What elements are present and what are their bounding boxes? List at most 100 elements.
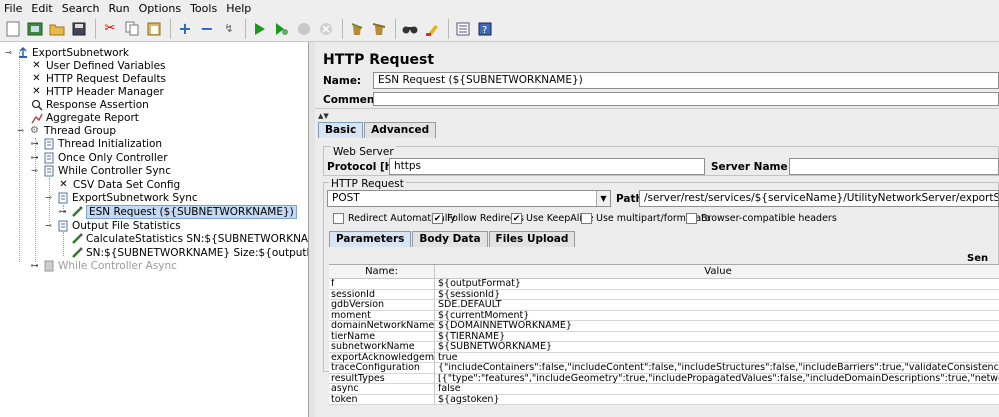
collapse-arrows-icon[interactable]: ▲▼ — [318, 112, 329, 120]
toggle-icon[interactable]: ↯ — [219, 19, 239, 39]
function-helper-icon[interactable] — [453, 19, 473, 39]
table-row[interactable]: token ${agstoken} — [329, 394, 999, 406]
tab-advanced[interactable]: Advanced — [364, 122, 437, 138]
param-value[interactable]: ${agstoken} — [434, 394, 999, 405]
tree-node-calculate-statistics[interactable]: CalculateStatistics SN:${SUBNETWORKNAME} — [70, 232, 308, 245]
cut-icon[interactable]: ✂ — [100, 19, 120, 39]
search-icon[interactable] — [400, 19, 420, 39]
table-row[interactable]: traceConfiguration {"includeContainers":f… — [329, 363, 999, 374]
tree-toggle-icon[interactable]: ⊶ — [30, 261, 39, 270]
tree-toggle-icon[interactable]: ⊸ — [44, 193, 53, 202]
tree-node-response-assertion[interactable]: Response Assertion — [30, 98, 149, 111]
tree-toggle-icon[interactable]: ⊶ — [30, 139, 39, 148]
open-icon[interactable] — [47, 19, 67, 39]
menu-file[interactable]: File — [4, 2, 22, 15]
table-row[interactable]: tierName ${TIERNAME} — [329, 331, 999, 343]
tab-parameters[interactable]: Parameters — [329, 231, 412, 247]
param-name[interactable]: domainNetworkName — [329, 321, 434, 332]
menu-edit[interactable]: Edit — [31, 2, 52, 15]
table-row[interactable]: resultTypes [{"type":"features","includeG… — [329, 373, 999, 385]
tab-body-data[interactable]: Body Data — [412, 231, 488, 247]
checkbox-box[interactable] — [333, 213, 344, 224]
save-icon[interactable] — [69, 19, 89, 39]
table-row[interactable]: domainNetworkName ${DOMAINNETWORKNAME} — [329, 321, 999, 332]
tree-node-once-only-controller[interactable]: ⊶ Once Only Controller — [30, 151, 168, 164]
tree-node-while-controller-sync[interactable]: ⊸ While Controller Sync — [30, 164, 171, 177]
table-row[interactable]: async false — [329, 384, 999, 395]
param-value[interactable]: ${outputFormat} — [434, 279, 999, 290]
param-value[interactable]: {"includeContainers":false,"includeConte… — [434, 363, 999, 374]
table-row[interactable]: f ${outputFormat} — [329, 279, 999, 290]
tree-toggle-icon[interactable]: ⊸ — [30, 166, 39, 175]
collapse-icon[interactable]: − — [197, 19, 217, 39]
tree-node-test-plan[interactable]: ⊸ ExportSubnetwork — [4, 46, 129, 59]
menu-run[interactable]: Run — [109, 2, 130, 15]
tab-files-upload[interactable]: Files Upload — [488, 231, 576, 247]
param-name[interactable]: subnetworkName — [329, 342, 434, 353]
tree-node-http-request-defaults[interactable]: ✕ HTTP Request Defaults — [30, 72, 166, 85]
table-row[interactable]: subnetworkName ${SUBNETWORKNAME} — [329, 342, 999, 353]
method-select[interactable]: POST ▼ — [327, 190, 611, 207]
param-name[interactable]: token — [329, 395, 434, 406]
param-value[interactable]: [{"type":"features","includeGeometry":tr… — [434, 373, 999, 384]
tree-node-aggregate-report[interactable]: Aggregate Report — [30, 111, 139, 124]
reset-search-icon[interactable] — [422, 19, 442, 39]
tree-node-csv-data-set-config[interactable]: ✕ CSV Data Set Config — [57, 178, 180, 191]
menu-tools[interactable]: Tools — [190, 2, 217, 15]
param-value[interactable]: ${SUBNETWORKNAME} — [434, 342, 999, 353]
checkbox-box[interactable] — [581, 213, 592, 224]
path-field[interactable]: /server/rest/services/${serviceName}/Uti… — [639, 190, 999, 207]
checkmark-icon[interactable]: ✔ — [511, 213, 522, 224]
param-value[interactable]: SDE.DEFAULT — [434, 300, 999, 311]
new-icon[interactable] — [3, 19, 23, 39]
copy-icon[interactable] — [122, 19, 142, 39]
templates-icon[interactable] — [25, 19, 45, 39]
shutdown-icon[interactable] — [316, 19, 336, 39]
param-name[interactable]: sessionId — [329, 290, 434, 301]
menu-options[interactable]: Options — [139, 2, 181, 15]
tree-node-http-header-manager[interactable]: ✕ HTTP Header Manager — [30, 85, 164, 98]
param-value[interactable]: ${sessionId} — [434, 289, 999, 300]
tree-toggle-icon[interactable]: ⊸ — [4, 48, 13, 57]
param-name[interactable]: resultTypes — [329, 374, 434, 385]
checkmark-icon[interactable]: ✔ — [432, 213, 443, 224]
tab-basic[interactable]: Basic — [318, 122, 364, 138]
menu-search[interactable]: Search — [62, 2, 100, 15]
start-icon[interactable] — [250, 19, 270, 39]
stop-icon[interactable] — [294, 19, 314, 39]
name-field[interactable]: ESN Request (${SUBNETWORKNAME}) — [373, 72, 999, 89]
tree-node-output-size[interactable]: SN:${SUBNETWORKNAME} Size:${outputFileSi… — [70, 246, 308, 259]
tree-toggle-icon[interactable]: ⊶ — [30, 153, 39, 162]
tree-node-user-defined-variables[interactable]: ✕ User Defined Variables — [30, 59, 165, 72]
param-value[interactable]: false — [434, 384, 999, 395]
param-name[interactable]: async — [329, 384, 434, 395]
tree-node-esn-request[interactable]: ⊶ ESN Request (${SUBNETWORKNAME}) — [58, 204, 297, 219]
help-icon[interactable]: ? — [475, 19, 495, 39]
tree-toggle-icon[interactable]: ⊶ — [58, 207, 67, 216]
param-value[interactable]: ${currentMoment} — [434, 310, 999, 321]
tree-node-thread-group[interactable]: ⊸ ⚙ Thread Group — [16, 124, 116, 137]
tree-node-output-file-statistics[interactable]: ⊸ Output File Statistics — [44, 219, 181, 232]
paste-icon[interactable] — [144, 19, 164, 39]
param-name[interactable]: f — [329, 279, 434, 290]
tree-toggle-icon[interactable]: ⊸ — [16, 126, 25, 135]
protocol-field[interactable]: https — [389, 158, 705, 175]
param-name[interactable]: exportAcknowledgement — [329, 353, 434, 364]
param-name[interactable]: tierName — [329, 332, 434, 343]
param-name[interactable]: traceConfiguration — [329, 363, 434, 374]
table-row[interactable]: exportAcknowledgementtrue — [329, 352, 999, 364]
chevron-down-icon[interactable]: ▼ — [596, 191, 610, 206]
start-no-pause-icon[interactable] — [272, 19, 292, 39]
param-name[interactable]: moment — [329, 311, 434, 322]
table-row[interactable]: gdbVersion SDE.DEFAULT — [329, 300, 999, 311]
browser-compatible-headers-checkbox[interactable]: Browser-compatible headers — [686, 213, 837, 224]
param-value[interactable]: true — [434, 352, 999, 363]
param-value[interactable]: ${DOMAINNETWORKNAME} — [434, 321, 999, 332]
clear-all-icon[interactable] — [369, 19, 389, 39]
server-name-field[interactable] — [789, 158, 999, 175]
comments-field[interactable] — [373, 92, 999, 106]
checkbox-box[interactable] — [686, 213, 697, 224]
tree-node-while-controller-async[interactable]: ⊶ While Controller Async — [30, 259, 177, 272]
menu-help[interactable]: Help — [226, 2, 251, 15]
tree-node-exportsubnetwork-sync[interactable]: ⊸ ExportSubnetwork Sync — [44, 191, 198, 204]
